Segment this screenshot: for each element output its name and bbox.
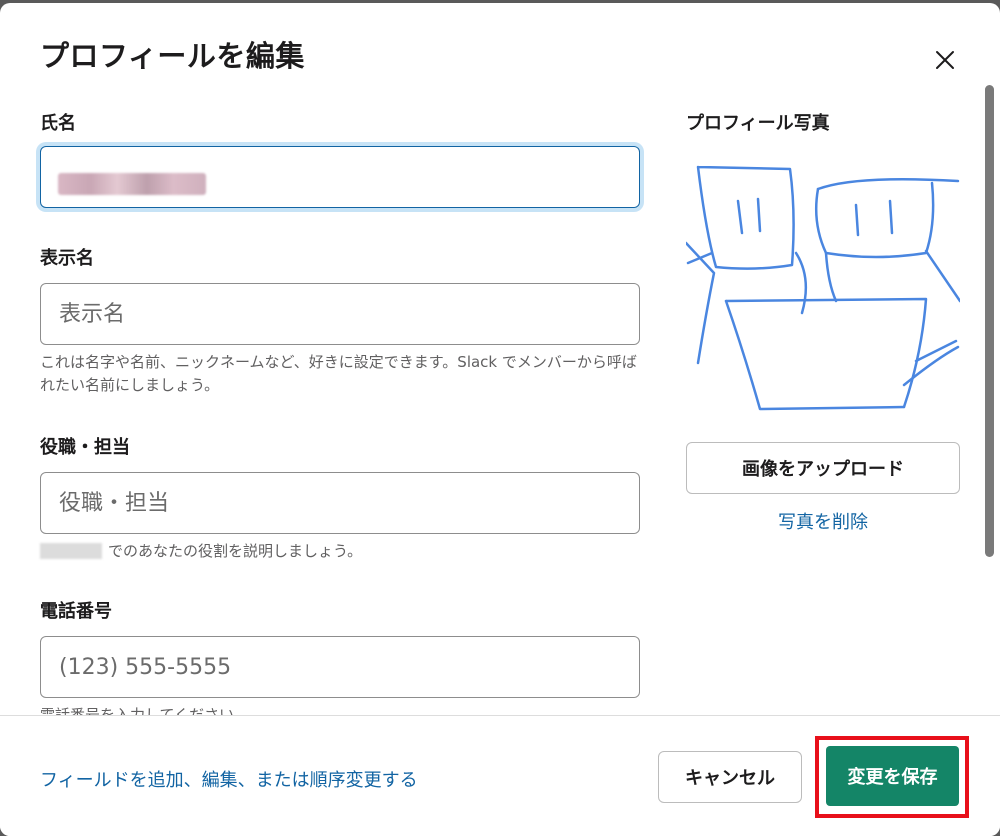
redacted-workspace <box>40 543 102 559</box>
edit-profile-dialog: プロフィールを編集 氏名 表示名 これは名字や名前、ニックネームなど、好きに設定… <box>0 3 1000 836</box>
redacted-name <box>58 173 206 195</box>
profile-photo-title: プロフィール写真 <box>686 113 830 134</box>
display-name-help: これは名字や名前、ニックネームなど、好きに設定できます。Slack でメンバーか… <box>40 353 637 394</box>
scrollbar[interactable] <box>985 85 994 557</box>
dialog-title: プロフィールを編集 <box>40 39 305 73</box>
display-name-label: 表示名 <box>40 248 94 269</box>
display-name-input[interactable] <box>40 283 640 345</box>
add-fields-link[interactable]: フィールドを追加、編集、または順序変更する <box>40 766 418 792</box>
title-input[interactable] <box>40 472 640 534</box>
phone-input[interactable] <box>40 636 640 698</box>
title-label: 役職・担当 <box>40 437 130 458</box>
phone-label: 電話番号 <box>40 601 112 622</box>
title-help: でのあなたの役割を説明しましょう。 <box>108 542 363 560</box>
dialog-footer: フィールドを追加、編集、または順序変更する キャンセル 変更を保存 <box>0 716 1000 836</box>
full-name-label: 氏名 <box>40 113 76 134</box>
cancel-button[interactable]: キャンセル <box>658 751 802 803</box>
close-button[interactable] <box>926 41 964 79</box>
save-button[interactable]: 変更を保存 <box>826 746 959 806</box>
close-icon <box>936 51 954 69</box>
delete-photo-link[interactable]: 写真を削除 <box>686 508 960 534</box>
upload-image-button[interactable]: 画像をアップロード <box>686 442 960 494</box>
profile-photo <box>686 165 960 411</box>
